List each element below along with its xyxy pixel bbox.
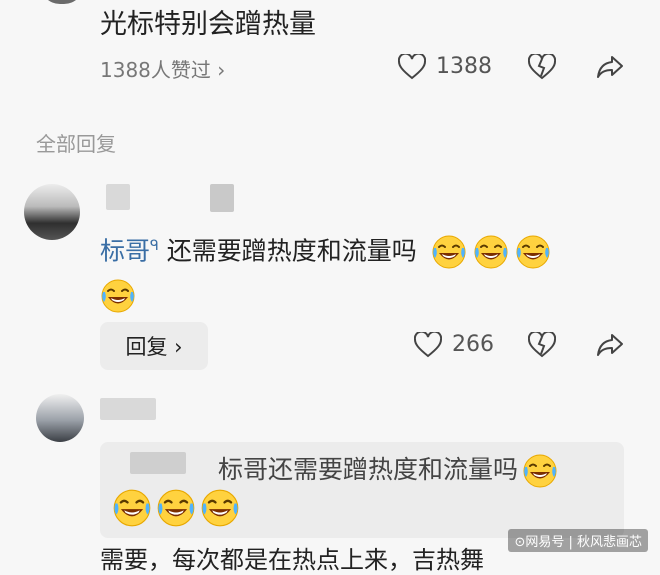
laughing-crying-emoji — [112, 488, 152, 528]
blurred-badge — [210, 184, 234, 212]
avatar[interactable] — [40, 0, 84, 4]
reply-button[interactable]: 回复 › — [100, 322, 208, 370]
quoted-text: 标哥还需要蹭热度和流量吗 — [218, 450, 558, 489]
emoji-list — [112, 488, 240, 528]
share-icon[interactable] — [596, 332, 624, 358]
laughing-crying-emoji — [100, 278, 136, 314]
watermark: ⊙网易号 | 秋风悲画芯 — [508, 529, 648, 552]
section-title: 全部回复 — [36, 132, 116, 156]
laughing-crying-emoji — [473, 234, 509, 270]
username[interactable]: 标哥 — [100, 236, 150, 265]
dislike-heart-icon[interactable] — [528, 54, 556, 80]
laughing-crying-emoji — [522, 453, 558, 489]
like-count: 1388 — [436, 54, 492, 79]
laughing-crying-emoji — [431, 234, 467, 270]
search-icon: ᑫ — [150, 238, 159, 254]
reply-content: 标哥ᑫ 还需要蹭热度和流量吗 — [100, 224, 640, 317]
laughing-crying-emoji — [200, 488, 240, 528]
like-count: 266 — [452, 332, 494, 357]
comment-text: 光标特别会蹭热量 — [100, 9, 316, 40]
heart-icon[interactable] — [414, 332, 442, 358]
reply-text: 还需要蹭热度和流量吗 — [166, 236, 417, 266]
laughing-crying-emoji — [156, 488, 196, 528]
blurred-name — [106, 184, 130, 210]
avatar[interactable] — [24, 184, 80, 240]
avatar[interactable] — [36, 394, 84, 442]
heart-icon[interactable] — [398, 54, 426, 80]
share-icon[interactable] — [596, 54, 624, 80]
dislike-heart-icon[interactable] — [528, 332, 556, 358]
blurred-name — [100, 398, 156, 420]
blurred-name — [130, 452, 186, 474]
likes-summary-link[interactable]: 1388人赞过 › — [100, 54, 225, 83]
laughing-crying-emoji — [515, 234, 551, 270]
